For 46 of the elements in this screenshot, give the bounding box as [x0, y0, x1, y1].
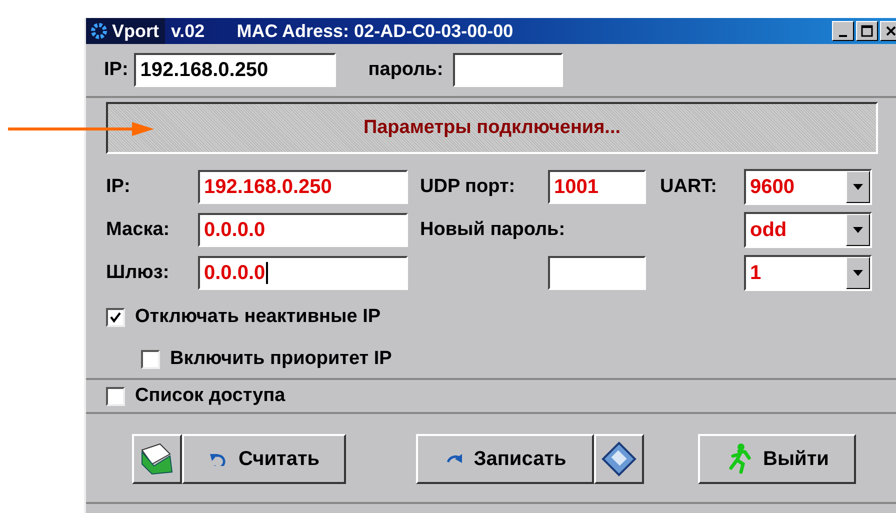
maximize-icon: [861, 25, 873, 37]
dropdown-arrow-icon: [853, 227, 863, 233]
write-button[interactable]: Записать: [416, 434, 594, 484]
save-disk-button[interactable]: [594, 434, 644, 484]
folder-icon: [140, 442, 174, 476]
field-label: IP:: [106, 176, 132, 198]
checkbox-label: Включить приоритет IP: [170, 348, 392, 370]
open-folder-button[interactable]: [132, 434, 182, 484]
gear-icon: [90, 22, 108, 40]
checkbox[interactable]: [106, 386, 125, 406]
minimize-icon: [839, 35, 847, 37]
dropdown[interactable]: odd: [744, 212, 872, 248]
close-icon: [886, 26, 896, 36]
input-field[interactable]: 0.0.0.0: [198, 256, 408, 290]
udp-port-label: UDP порт:: [420, 176, 516, 198]
checkbox-label: Список доступа: [135, 385, 286, 407]
new-password-label: Новый пароль:: [420, 219, 566, 241]
new-password-field[interactable]: [548, 256, 646, 290]
checkbox[interactable]: [141, 350, 160, 368]
uart-label: UART:: [660, 176, 718, 198]
dropdown-arrow-icon: [853, 270, 863, 276]
field-label: Маска:: [106, 219, 171, 241]
input-field[interactable]: 0.0.0.0: [198, 213, 408, 247]
dropdown-arrow-icon: [853, 184, 863, 190]
password-field[interactable]: [453, 53, 564, 87]
app-name: Vport: [112, 20, 159, 42]
mac-address: MAC Adress: 02-AD-C0-03-00-00: [236, 20, 514, 42]
checkbox[interactable]: [106, 308, 125, 326]
ip-label: IP:: [104, 59, 128, 81]
ip-field[interactable]: 192.168.0.250: [134, 53, 336, 87]
udp-port-field[interactable]: 1001: [548, 170, 646, 204]
dropdown[interactable]: 1: [744, 255, 872, 291]
undo-arrow-icon: [208, 452, 228, 466]
section-banner[interactable]: Параметры подключения...: [106, 102, 878, 154]
read-button[interactable]: Считать: [182, 434, 346, 484]
exit-button[interactable]: Выйти: [698, 434, 856, 484]
checkbox-label: Отключать неактивные IP: [135, 306, 381, 328]
checkmark-icon: [110, 312, 121, 322]
input-field[interactable]: 192.168.0.250: [198, 170, 408, 204]
maximize-button[interactable]: [856, 21, 878, 41]
password-label: пароль:: [368, 59, 444, 81]
minimize-button[interactable]: [832, 21, 854, 41]
field-label: Шлюз:: [106, 262, 170, 284]
close-button[interactable]: [880, 21, 896, 41]
dropdown[interactable]: 9600: [744, 169, 872, 205]
version-label: v.02: [170, 20, 206, 42]
